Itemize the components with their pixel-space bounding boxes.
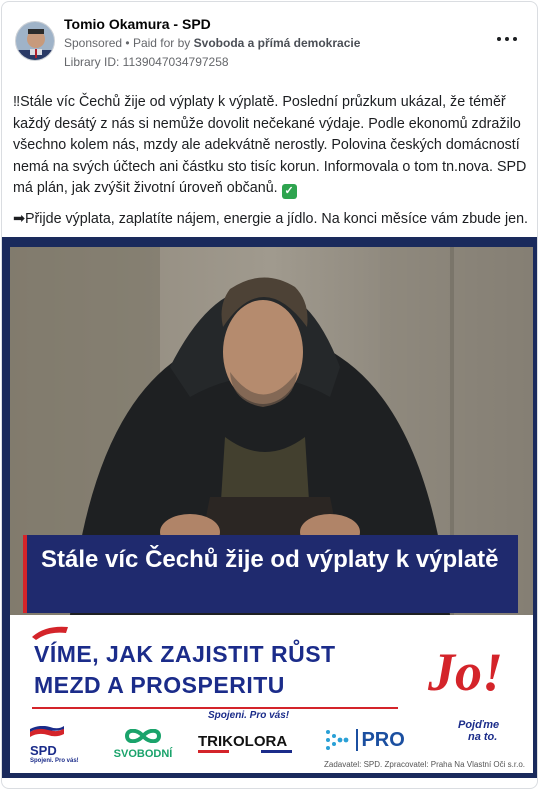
page-avatar[interactable] — [15, 21, 55, 61]
slogan-line-2: MEZD A PROSPERITU — [34, 672, 285, 698]
ad-sponsor-footer: Zadavatel: SPD. Zpracovatel: Praha Na Vl… — [324, 760, 525, 769]
library-id: Library ID: 1139047034797258 — [64, 55, 229, 69]
trikolora-logo: TRIKOLORA — [198, 733, 292, 753]
campaign-panel: VÍME, JAK ZAJISTIT RŮST MEZD A PROSPERIT… — [10, 615, 533, 773]
svobodni-logo-text: SVOBODNÍ — [113, 748, 173, 760]
more-options-icon[interactable] — [497, 34, 517, 44]
post-text-paragraph-2[interactable]: ➡Přijde výplata, zaplatíte nájem, energi… — [13, 209, 529, 231]
ad-creative-image[interactable]: Stále víc Čechů žije od výplaty k výplat… — [2, 237, 537, 778]
slogan-line-1: VÍME, JAK ZAJISTIT RŮST — [34, 641, 336, 667]
trikolora-stripe — [198, 750, 292, 753]
svobodni-infinity-icon — [124, 728, 162, 744]
divider — [32, 707, 398, 709]
trikolora-logo-text: TRIKOLORA — [198, 733, 288, 750]
sponsored-label: Sponsored — [64, 36, 123, 50]
headline-banner: Stále víc Čechů žije od výplaty k výplat… — [23, 535, 518, 613]
spd-logo-sub: Spojeni. Pro vás! — [30, 758, 79, 764]
svobodni-logo: SVOBODNÍ — [108, 728, 178, 760]
spd-logo: SPD Spojeni. Pro vás! — [30, 725, 80, 764]
pro-arrow-icon — [326, 730, 349, 750]
pro-logo-text: PRO — [356, 728, 405, 751]
ad-card: Tomio Okamura - SPD Sponsored • Paid for… — [1, 1, 538, 789]
headline-text: Stále víc Čechů žije od výplaty k výplat… — [41, 546, 499, 573]
campaign-slogan: VÍME, JAK ZAJISTIT RŮST MEZD A PROSPERIT… — [34, 639, 336, 701]
checkmark-icon: ✓ — [281, 184, 297, 199]
page-name[interactable]: Tomio Okamura - SPD — [64, 16, 211, 32]
post-text-paragraph-1: ‼Stále víc Čechů žije od výplaty k výpla… — [13, 94, 527, 196]
sponsored-line: Sponsored • Paid for by Svoboda a přímá … — [64, 36, 361, 50]
spd-flag-icon — [30, 725, 64, 737]
paid-for-by[interactable]: Svoboda a přímá demokracie — [194, 36, 361, 50]
jo-text: Jo! — [428, 642, 504, 702]
post-text: ‼Stále víc Čechů žije od výplaty k výpla… — [13, 92, 527, 200]
pro-logo: PRO — [324, 727, 405, 753]
paid-for-prefix: Paid for by — [132, 36, 191, 50]
spd-logo-text: SPD — [30, 743, 57, 758]
